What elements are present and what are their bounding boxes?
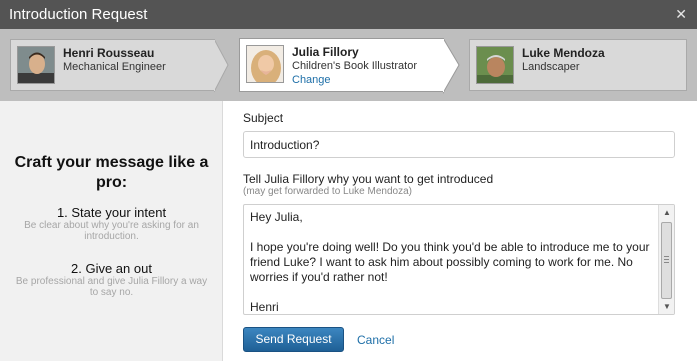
- introducer-role: Children's Book Illustrator: [292, 60, 417, 72]
- recipient-avatar: [476, 46, 514, 84]
- introducer-card: Julia Fillory Children's Book Illustrato…: [239, 38, 444, 92]
- sender-card: Henri Rousseau Mechanical Engineer: [10, 39, 215, 91]
- recipient-name: Luke Mendoza: [522, 46, 605, 60]
- message-paragraph: Hey Julia,: [250, 210, 303, 224]
- message-textarea[interactable]: Hey Julia, I hope you're doing well! Do …: [243, 204, 675, 315]
- tip-body: Be professional and give Julia Fillory a…: [15, 276, 208, 298]
- scrollbar-thumb[interactable]: [661, 222, 672, 299]
- introducer-avatar: [246, 45, 284, 83]
- close-icon[interactable]: ✕: [675, 0, 687, 29]
- message-paragraph: Henri: [250, 300, 279, 314]
- sender-avatar: [17, 46, 55, 84]
- message-scrollbar[interactable]: ▲ ▼: [658, 205, 674, 314]
- scroll-down-icon[interactable]: ▼: [659, 299, 674, 314]
- cancel-link[interactable]: Cancel: [357, 333, 394, 347]
- message-paragraph: I hope you're doing well! Do you think y…: [250, 240, 650, 284]
- tips-panel: Craft your message like a pro: 1. State …: [0, 101, 223, 361]
- recipient-card: Luke Mendoza Landscaper: [469, 39, 687, 91]
- dialog-title: Introduction Request: [9, 6, 148, 23]
- message-sublabel: (may get forwarded to Luke Mendoza): [243, 186, 412, 197]
- recipient-role: Landscaper: [522, 61, 580, 73]
- introducer-name: Julia Fillory: [292, 45, 359, 59]
- dialog-titlebar: Introduction Request ✕: [0, 0, 697, 29]
- sender-name: Henri Rousseau: [63, 46, 155, 60]
- sender-role: Mechanical Engineer: [63, 61, 166, 73]
- introducer-arrow: [443, 38, 460, 94]
- change-introducer-link[interactable]: Change: [292, 74, 331, 86]
- introduction-path: Henri Rousseau Mechanical Engineer Julia…: [0, 29, 697, 101]
- message-label: Tell Julia Fillory why you want to get i…: [243, 172, 494, 186]
- tip-body: Be clear about why you're asking for an …: [24, 220, 199, 242]
- tip-title: 1. State your intent: [56, 205, 167, 220]
- tip-title: 2. Give an out: [71, 261, 152, 276]
- subject-input[interactable]: Introduction?: [243, 131, 675, 158]
- send-request-button[interactable]: Send Request: [243, 327, 344, 352]
- message-text: Hey Julia, I hope you're doing well! Do …: [250, 210, 654, 314]
- scroll-up-icon[interactable]: ▲: [659, 205, 674, 220]
- sender-arrow: [214, 39, 229, 93]
- tips-heading: Craft your message like a pro:: [14, 154, 209, 191]
- subject-label: Subject: [243, 111, 284, 125]
